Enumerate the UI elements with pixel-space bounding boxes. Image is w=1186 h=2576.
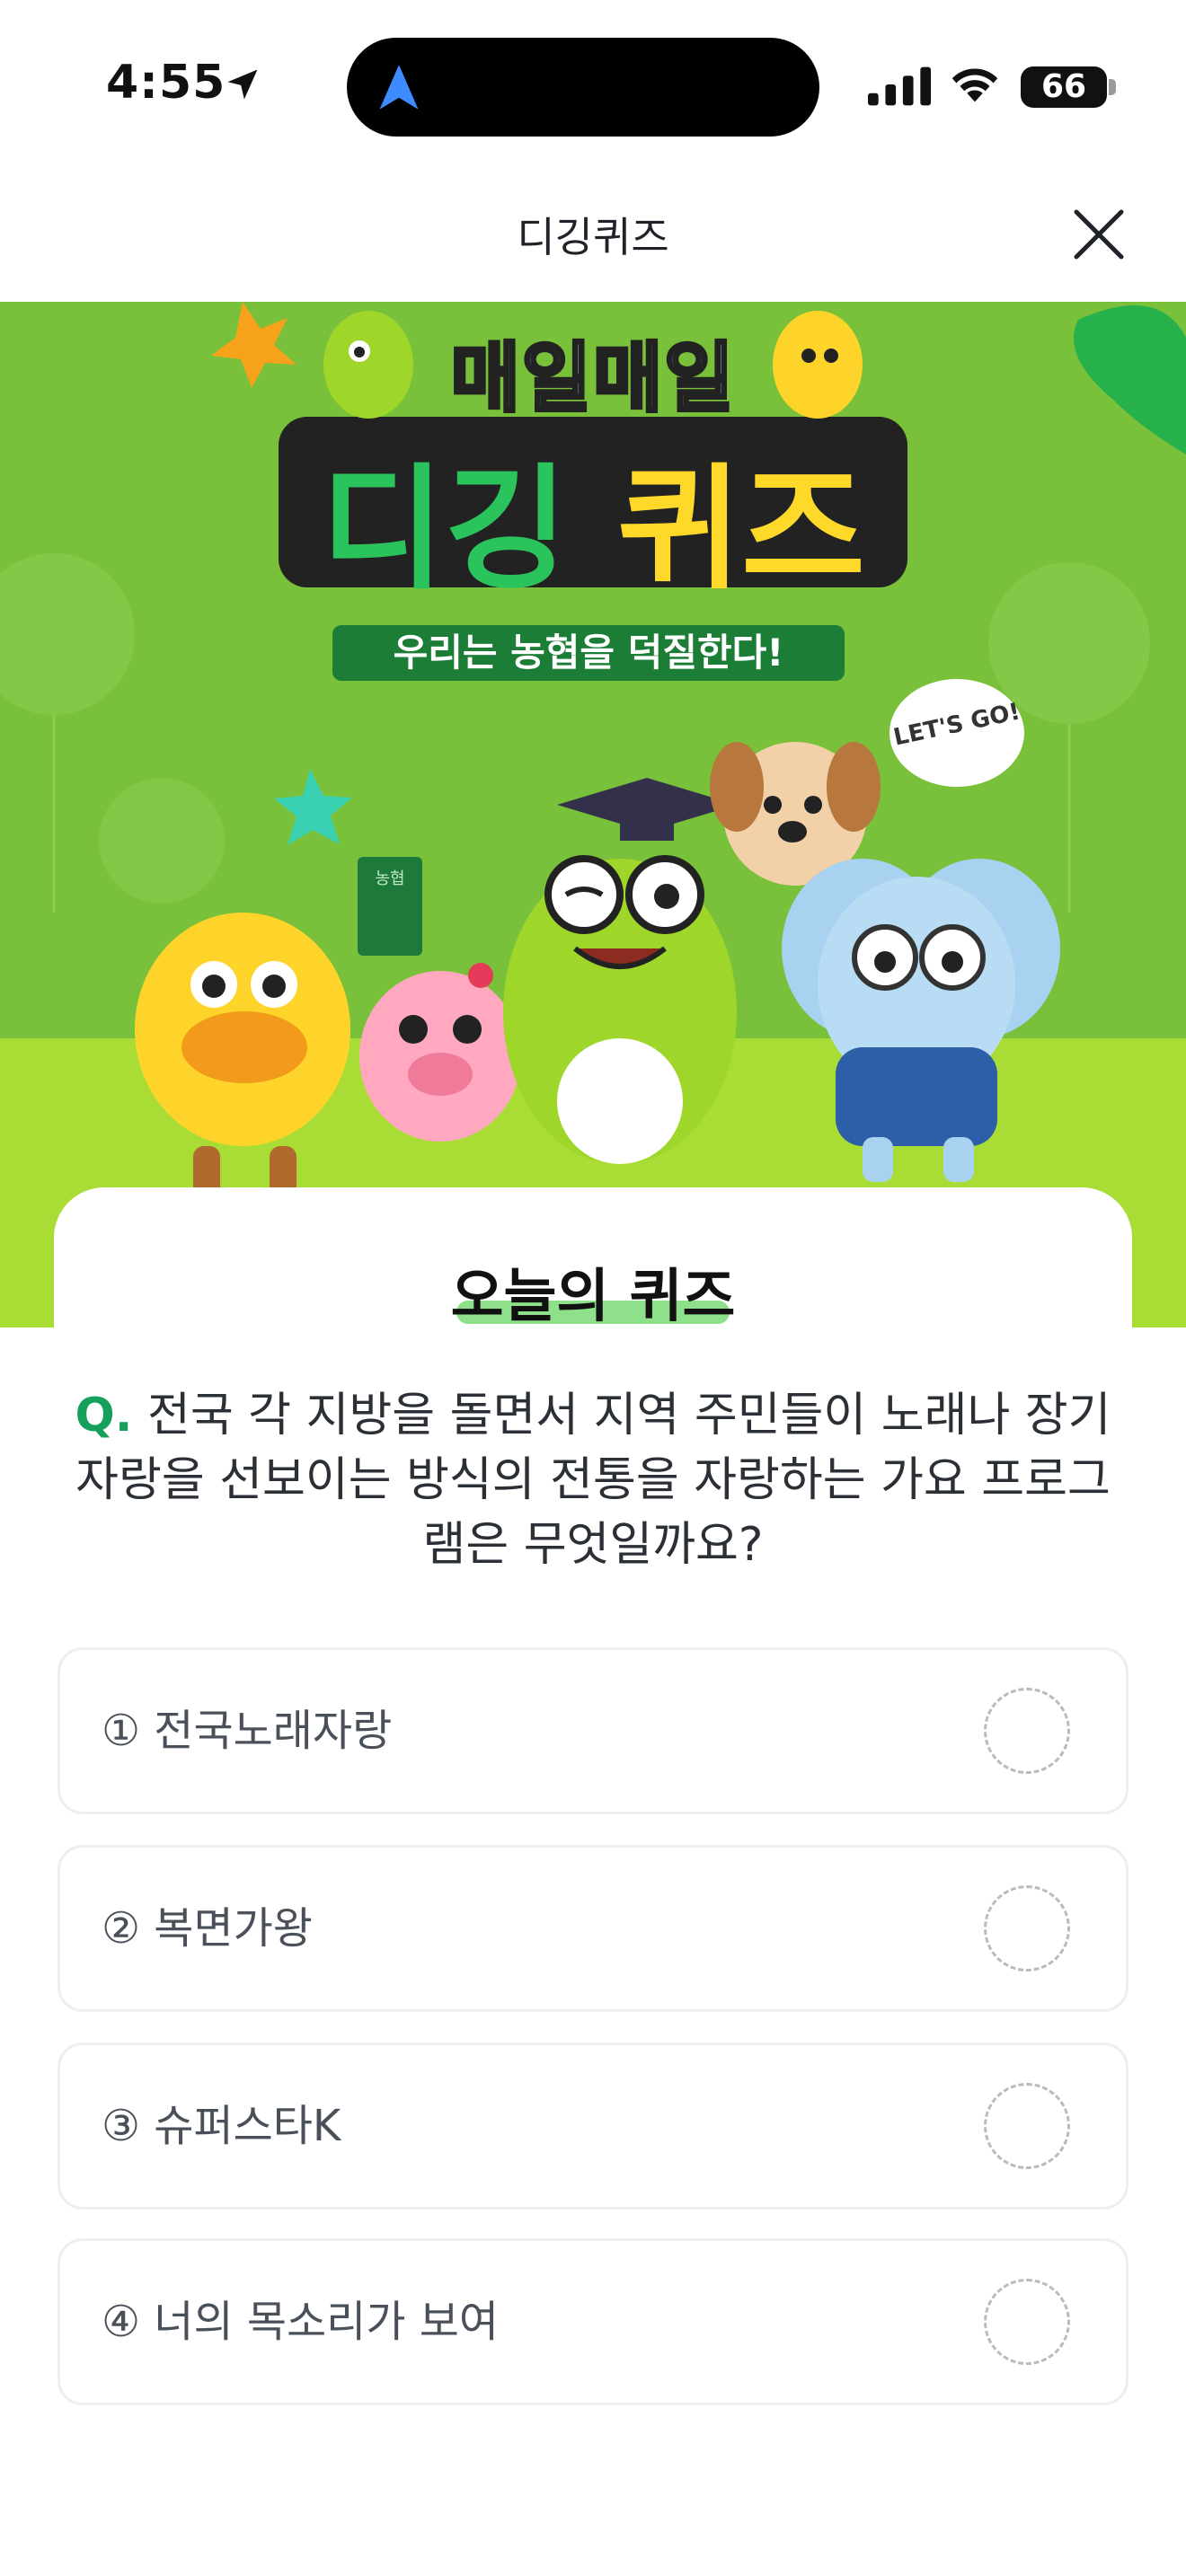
question-prefix: Q. (75, 1389, 133, 1442)
quiz-banner: 매일매일 디깅 퀴즈 우리는 농협을 덕질한다! LET'S GO! 농협 (0, 302, 1186, 1328)
quiz-section-title: 오늘의 퀴즈 (450, 1264, 736, 1330)
yellow-mascot (135, 913, 350, 1200)
elephant-mascot (782, 859, 1060, 1182)
pink-mascot (359, 963, 521, 1142)
quiz-question: Q. 전국 각 지방을 돌면서 지역 주민들이 노래나 장기자랑을 선보이는 방… (72, 1383, 1114, 1577)
wifi-icon (951, 68, 998, 102)
answer-option-label: ④ 너의 목소리가 보여 (102, 2297, 500, 2347)
radio-icon[interactable] (984, 2083, 1070, 2169)
answer-option-3[interactable]: ③ 슈퍼스타K (58, 2042, 1128, 2210)
question-text: 전국 각 지방을 돌면서 지역 주민들이 노래나 장기자랑을 선보이는 방식의 … (75, 1389, 1111, 1572)
cellular-signal-icon (868, 66, 931, 106)
status-time: 4:55 (106, 56, 226, 110)
radio-icon[interactable] (984, 1688, 1070, 1774)
mascot-characters (135, 311, 1060, 1200)
answer-option-2[interactable]: ② 복면가왕 (58, 1845, 1128, 2012)
close-icon[interactable] (1069, 205, 1128, 264)
battery-tip (1109, 79, 1116, 95)
radio-icon[interactable] (984, 2279, 1070, 2365)
location-arrow-icon (227, 69, 258, 100)
radio-icon[interactable] (984, 1885, 1070, 1972)
navigation-arrow-icon (379, 65, 419, 110)
answer-option-label: ① 전국노래자랑 (102, 1706, 393, 1756)
answer-option-label: ② 복면가왕 (102, 1903, 313, 1954)
status-bar: 4:55 66 (0, 0, 1186, 171)
green-mascot (503, 778, 737, 1164)
book-label: 농협 (375, 869, 405, 888)
answer-option-label: ③ 슈퍼스타K (102, 2101, 341, 2151)
battery-indicator: 66 (1021, 66, 1107, 108)
page-title: 디깅퀴즈 (517, 213, 669, 261)
answer-option-1[interactable]: ① 전국노래자랑 (58, 1647, 1128, 1814)
answer-option-4[interactable]: ④ 너의 목소리가 보여 (58, 2238, 1128, 2405)
